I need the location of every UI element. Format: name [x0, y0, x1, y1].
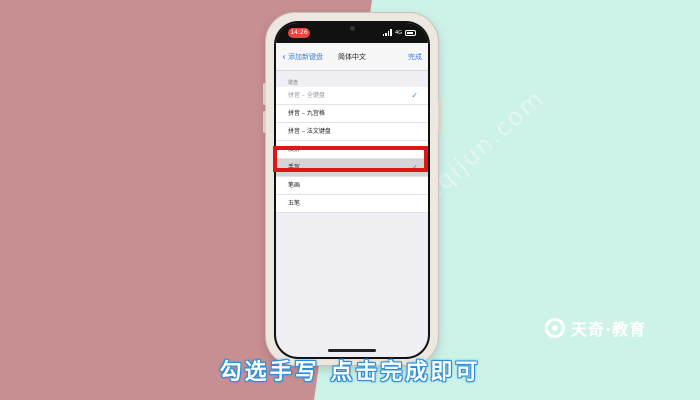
brand-logo: 天奇·教育 — [545, 316, 646, 340]
network-label: 4G — [394, 29, 402, 36]
home-indicator — [328, 349, 376, 352]
phone-power-button — [438, 99, 441, 133]
brand-logo-icon — [545, 318, 565, 338]
done-button[interactable]: 完成 — [408, 52, 422, 62]
phone-frame: 14:26 4G ‹ 添加新键盘 简体中文 完成 键盘 拼音 – 全键盘 ✓ 拼… — [263, 12, 441, 366]
settings-screen: 14:26 4G ‹ 添加新键盘 简体中文 完成 键盘 拼音 – 全键盘 ✓ 拼… — [276, 23, 428, 357]
section-header: 键盘 — [288, 80, 299, 86]
keyboard-option-pinyin-9key[interactable]: 拼音 – 九宫格 — [276, 105, 428, 123]
instruction-caption: 勾选手写 点击完成即可 — [219, 360, 481, 385]
keyboard-option-wubi[interactable]: 五笔 — [276, 195, 428, 213]
nav-bar: ‹ 添加新键盘 简体中文 完成 — [276, 43, 428, 71]
brand-name: 天奇·教育 — [571, 320, 647, 339]
option-label: 拼音 – 全键盘 — [288, 92, 325, 99]
status-bar: 14:26 4G — [276, 23, 428, 43]
option-label: 拼音 – 法文键盘 — [288, 128, 331, 135]
phone-screen: 14:26 4G ‹ 添加新键盘 简体中文 完成 键盘 拼音 – 全键盘 ✓ 拼… — [274, 21, 430, 359]
highlight-box — [273, 146, 428, 172]
phone-volume-button — [263, 83, 266, 105]
option-label: 五笔 — [288, 200, 301, 207]
keyboard-option-pinyin-french[interactable]: 拼音 – 法文键盘 — [276, 123, 428, 141]
front-camera-icon — [350, 26, 355, 31]
keyboard-option-stroke[interactable]: 笔画 — [276, 177, 428, 195]
status-indicators: 4G — [382, 29, 416, 36]
signal-icon — [382, 29, 392, 36]
keyboard-option-pinyin-qwerty: 拼音 – 全键盘 ✓ — [276, 87, 428, 105]
checkmark-icon: ✓ — [411, 91, 418, 100]
page-title: 简体中文 — [338, 53, 366, 61]
status-time: 14:26 — [288, 28, 310, 38]
option-label: 笔画 — [288, 182, 301, 189]
option-label: 拼音 – 九宫格 — [288, 110, 325, 117]
battery-icon — [405, 29, 416, 36]
phone-volume-button — [263, 111, 266, 133]
